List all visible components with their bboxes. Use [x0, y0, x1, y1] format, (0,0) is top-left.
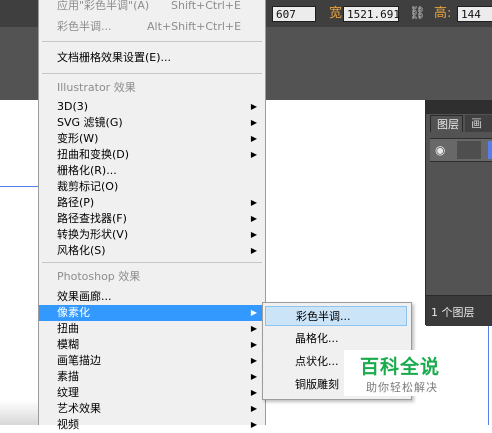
submenu-arrow-icon: ▶ [250, 246, 257, 255]
menu-separator [42, 73, 262, 74]
watermark-subtitle: 助你轻松解决 [366, 381, 438, 394]
submenu-arrow-icon: ▶ [250, 372, 257, 381]
menu-item-shortcut: Shift+Ctrl+E [171, 0, 241, 12]
menu-item-label: 扭曲 [57, 322, 79, 335]
menu-item-photoshop-7[interactable]: 艺术效果 ▶ [39, 401, 265, 417]
menu-item-photoshop-6[interactable]: 纹理 ▶ [39, 385, 265, 401]
menu-separator [42, 262, 262, 263]
menu-item-illustrator-8[interactable]: 转换为形状(V) ▶ [39, 227, 265, 243]
menu-item-label: 应用"彩色半调"(A) [57, 0, 150, 12]
submenu-arrow-icon: ▶ [250, 214, 257, 223]
menu-item-illustrator-3[interactable]: 扭曲和变换(D) ▶ [39, 147, 265, 163]
menu-item-label: 效果画廊... [57, 290, 112, 303]
illustrator-effects-header: Illustrator 效果 [57, 81, 136, 94]
layer-row[interactable]: ◉ [430, 138, 492, 162]
menu-item-illustrator-9[interactable]: 风格化(S) ▶ [39, 243, 265, 259]
chain-link-icon[interactable]: ⛓ [409, 6, 426, 22]
layer-lock-toggle[interactable] [457, 141, 481, 159]
tab-artboards[interactable]: 画 [465, 115, 492, 132]
menu-item-label: 变形(W) [57, 132, 99, 145]
shape-shadow [0, 400, 38, 425]
panel-footer: 1 个图层 [426, 295, 492, 326]
menu-item-photoshop-0[interactable]: 效果画廊... [39, 289, 265, 305]
menu-item-photoshop-5[interactable]: 素描 ▶ [39, 369, 265, 385]
layer-count: 1 个图层 [431, 306, 475, 319]
submenu-item-0[interactable]: 彩色半调... [265, 306, 407, 326]
menu-item-document-raster-settings[interactable]: 文档栅格效果设置(E)... [39, 50, 265, 66]
menu-item-illustrator-5[interactable]: 裁剪标记(O) [39, 179, 265, 195]
submenu-item-1[interactable]: 晶格化... [265, 329, 407, 349]
menu-item-label: 扭曲和变换(D) [57, 148, 130, 161]
menu-item-illustrator-2[interactable]: 变形(W) ▶ [39, 131, 265, 147]
menu-item-label: 裁剪标记(O) [57, 180, 119, 193]
menu-item-last-effect: 彩色半调... Alt+Shift+Ctrl+E [39, 19, 265, 35]
artboard-guide-right [488, 315, 489, 425]
submenu-arrow-icon: ▶ [250, 230, 257, 239]
menu-item-photoshop-3[interactable]: 模糊 ▶ [39, 337, 265, 353]
menu-item-shortcut: Alt+Shift+Ctrl+E [147, 20, 242, 33]
submenu-item-label: 点状化... [295, 355, 339, 368]
layers-panel: 图层 画 ◉ 1 个图层 [425, 100, 492, 326]
submenu-item-label: 铜版雕刻 [295, 378, 339, 391]
submenu-arrow-icon: ▶ [250, 134, 257, 143]
height-label: 高: [434, 6, 452, 21]
menu-item-label: 风格化(S) [57, 244, 106, 257]
menu-item-illustrator-7[interactable]: 路径查找器(F) ▶ [39, 211, 265, 227]
x-position-field[interactable]: 607 [272, 6, 316, 22]
menu-item-apply-last: 应用"彩色半调"(A) Shift+Ctrl+E [39, 0, 265, 14]
menu-item-label: 路径(P) [57, 196, 95, 209]
eye-icon[interactable]: ◉ [435, 143, 445, 157]
artboard-guide-left [0, 186, 38, 187]
menu-item-label: 栅格化(R)... [57, 164, 117, 177]
menu-item-illustrator-6[interactable]: 路径(P) ▶ [39, 195, 265, 211]
submenu-item-label: 晶格化... [295, 332, 339, 345]
menu-item-label: 转换为形状(V) [57, 228, 129, 241]
menu-item-label: 文档栅格效果设置(E)... [57, 51, 172, 64]
submenu-item-label: 彩色半调... [296, 310, 351, 323]
submenu-arrow-icon: ▶ [250, 340, 257, 349]
menu-item-label: SVG 滤镜(G) [57, 116, 123, 129]
submenu-arrow-icon: ▶ [250, 356, 257, 365]
submenu-arrow-icon: ▶ [250, 102, 257, 111]
menu-separator [42, 41, 262, 42]
watermark: 百科全说 助你轻松解决 [344, 350, 464, 396]
photoshop-effects-header: Photoshop 效果 [57, 270, 141, 283]
menu-item-label: 模糊 [57, 338, 79, 351]
menu-item-illustrator-0[interactable]: 3D(3) ▶ [39, 99, 265, 115]
effect-menu: 应用"彩色半调"(A) Shift+Ctrl+E 彩色半调... Alt+Shi… [38, 0, 266, 431]
watermark-title: 百科全说 [360, 356, 441, 378]
menu-item-photoshop-8[interactable]: 视频 ▶ [39, 417, 265, 433]
height-field[interactable]: 144 [457, 6, 492, 22]
submenu-arrow-icon: ▶ [250, 150, 257, 159]
menu-item-photoshop-4[interactable]: 画笔描边 ▶ [39, 353, 265, 369]
menu-item-label: 3D(3) [57, 100, 89, 113]
submenu-arrow-icon: ▶ [250, 308, 257, 317]
menu-item-photoshop-2[interactable]: 扭曲 ▶ [39, 321, 265, 337]
submenu-arrow-icon: ▶ [250, 118, 257, 127]
submenu-arrow-icon: ▶ [250, 324, 257, 333]
menu-item-label: 艺术效果 [57, 402, 101, 415]
submenu-arrow-icon: ▶ [250, 198, 257, 207]
menu-item-label: 画笔描边 [57, 354, 101, 367]
layer-color-swatch [488, 141, 492, 159]
tab-layers[interactable]: 图层 [430, 115, 463, 132]
submenu-arrow-icon: ▶ [250, 404, 257, 413]
menu-item-label: 彩色半调... [57, 20, 112, 33]
menu-item-label: 纹理 [57, 386, 79, 399]
menu-item-illustrator-1[interactable]: SVG 滤镜(G) ▶ [39, 115, 265, 131]
panel-header [426, 100, 492, 114]
width-field[interactable]: 1521.691 [343, 6, 400, 22]
menu-item-illustrator-4[interactable]: 栅格化(R)... [39, 163, 265, 179]
submenu-arrow-icon: ▶ [250, 420, 257, 429]
menu-item-label: 视频 [57, 418, 79, 431]
submenu-arrow-icon: ▶ [250, 388, 257, 397]
menu-item-photoshop-1[interactable]: 像素化 ▶ [39, 305, 265, 321]
menu-item-label: 素描 [57, 370, 79, 383]
menu-item-label: 像素化 [57, 306, 90, 319]
menu-item-label: 路径查找器(F) [57, 212, 127, 225]
